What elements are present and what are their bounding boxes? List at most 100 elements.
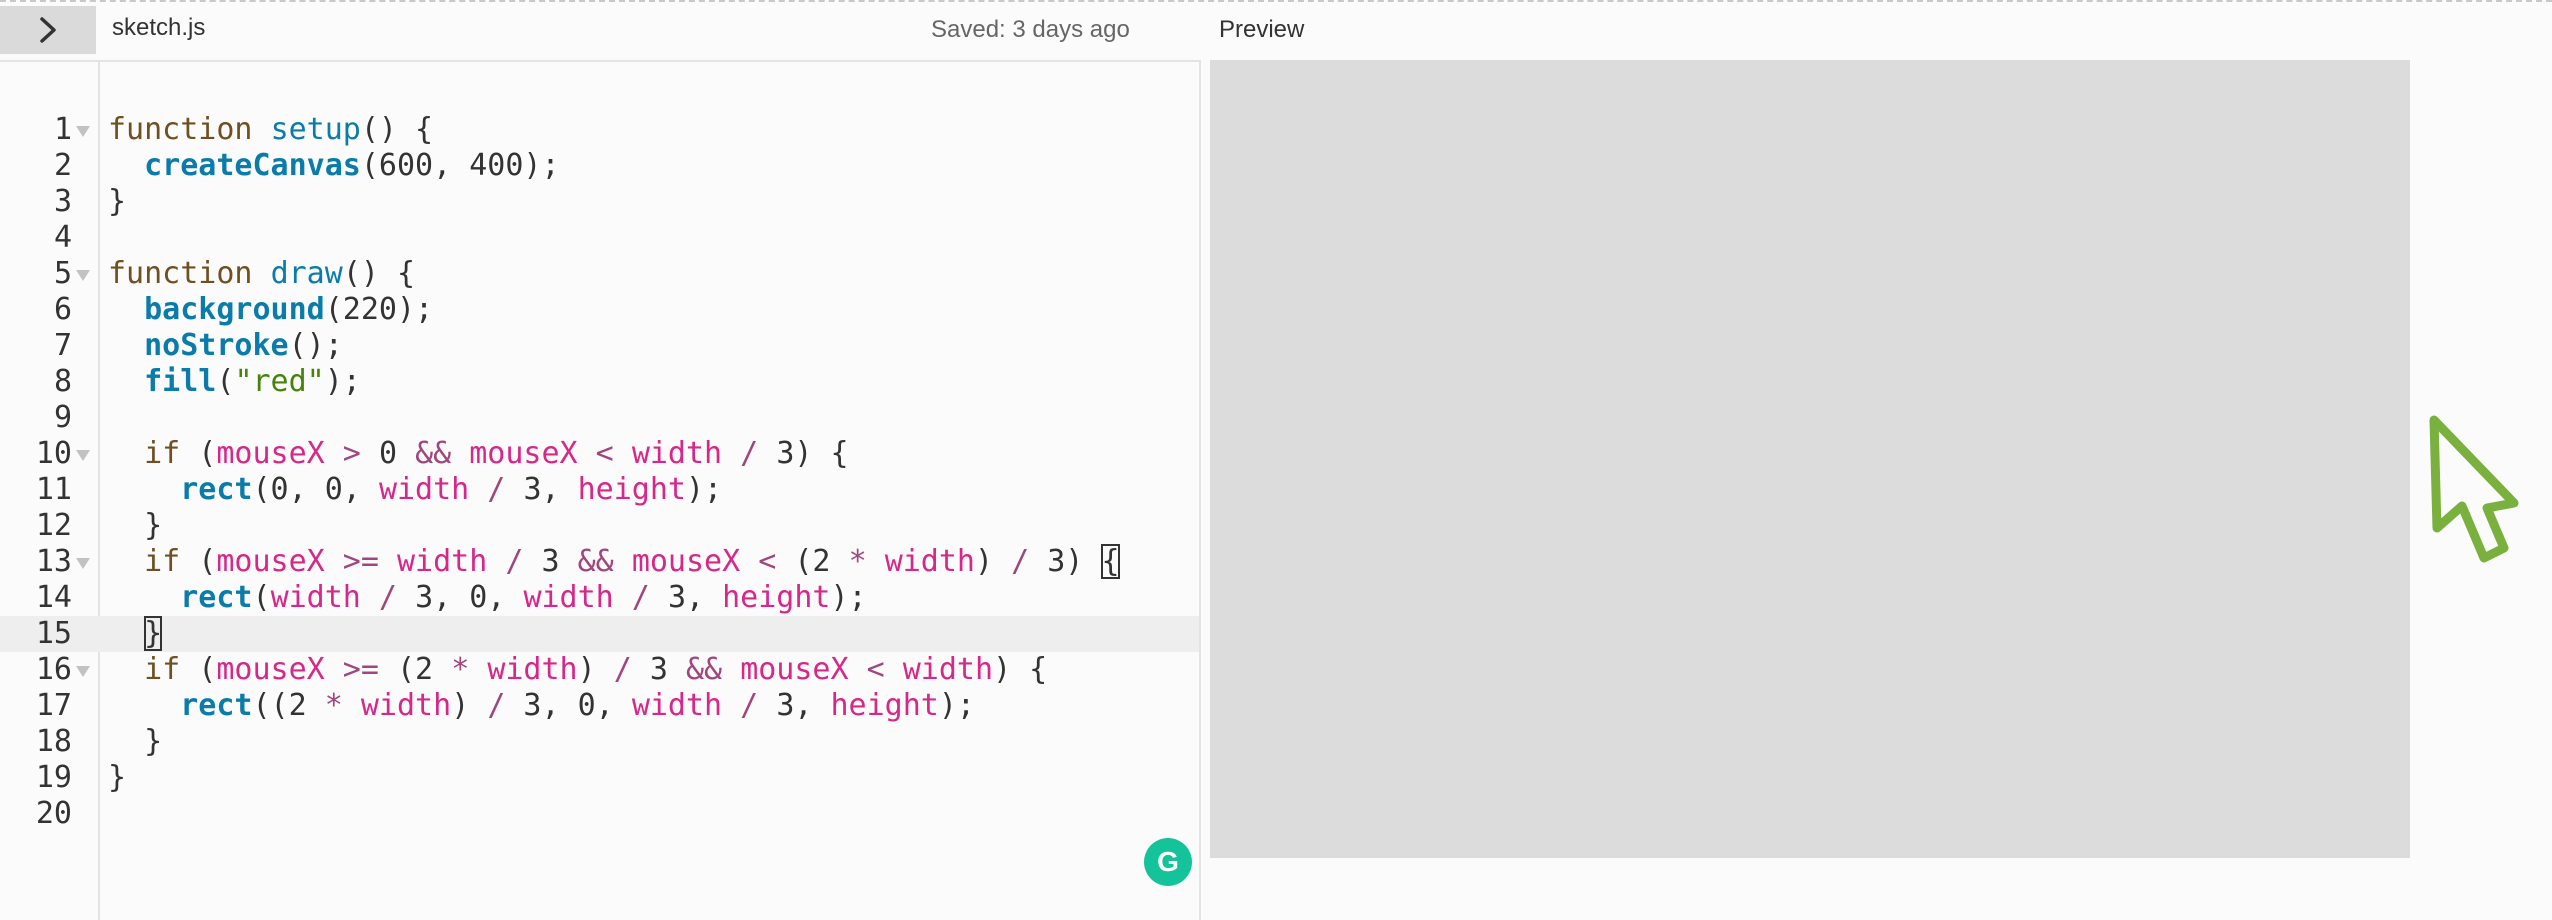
sidebar-toggle-button[interactable] [0,6,96,54]
code-token: 3 [541,544,578,579]
code-token: 3, [523,472,578,507]
code-token: height [830,688,939,723]
code-token: (0, 0, [252,472,379,507]
code-text: } [108,724,162,760]
code-token: 3, 0, [415,580,524,615]
line-number: 4 [53,220,72,255]
code-text: } [108,508,162,544]
code-line[interactable]: 5 function draw() { [0,256,1199,292]
code-token: } [108,184,127,219]
code-line[interactable]: 19} [0,760,1199,796]
code-token: width [270,580,361,615]
code-line[interactable]: 10 if (mouseX > 0 && mouseX < width / 3)… [0,436,1199,472]
line-number: 20 [35,796,72,831]
fold-arrow-icon[interactable] [76,126,90,137]
code-token: rect [180,472,253,507]
code-text: background(220); [108,292,433,328]
code-token: < [848,652,903,687]
line-number: 2 [53,148,72,183]
code-line[interactable]: 12 } [0,508,1199,544]
code-token: / [613,580,668,615]
code-line[interactable]: 4 [0,220,1199,256]
grammarly-icon[interactable]: G [1144,838,1192,886]
code-line[interactable]: 6 background(220); [0,292,1199,328]
line-number: 11 [35,472,72,507]
code-line[interactable]: 17 rect((2 * width) / 3, 0, width / 3, h… [0,688,1199,724]
code-line[interactable]: 8 fill("red"); [0,364,1199,400]
code-line[interactable]: 20 [0,796,1199,832]
line-number: 7 [53,328,72,363]
code-token: if [144,436,181,471]
code-line[interactable]: 9 [0,400,1199,436]
code-text: } [108,616,163,652]
code-token: / [613,652,632,687]
code-line[interactable]: 16 if (mouseX >= (2 * width) / 3 && mous… [0,652,1199,688]
code-token: fill [144,364,217,399]
line-number: 3 [53,184,72,219]
code-token: ( [180,436,217,471]
code-token: mouseX [216,544,325,579]
fold-arrow-icon[interactable] [76,450,90,461]
code-token: ( [216,364,235,399]
code-token: 3) [1029,544,1102,579]
code-text: if (mouseX >= width / 3 && mouseX < (2 *… [108,544,1120,580]
code-token: noStroke [144,328,289,363]
code-text: rect(width / 3, 0, width / 3, height); [108,580,866,616]
code-token: ) [975,544,1012,579]
line-number: 15 [35,616,72,651]
code-token: ); [324,364,361,399]
code-line[interactable]: 18 } [0,724,1199,760]
code-token: } [108,508,163,543]
file-name-tab[interactable]: sketch.js [112,14,205,42]
line-number: 12 [35,508,72,543]
code-text: noStroke(); [108,328,343,364]
code-line[interactable]: 1 function setup() { [0,112,1199,148]
code-line[interactable]: 11 rect(0, 0, width / 3, height); [0,472,1199,508]
code-token: if [144,544,181,579]
line-number: 19 [35,760,72,795]
code-token: } [108,724,163,759]
code-lines[interactable]: 1 function setup() {2 createCanvas(600, 4… [0,112,1199,832]
fold-arrow-icon[interactable] [76,270,90,281]
code-token: } [144,616,163,651]
code-token: 3, [776,688,831,723]
chevron-right-icon [40,17,56,43]
code-token: / [1011,544,1030,579]
code-editor[interactable]: 1 function setup() {2 createCanvas(600, 4… [0,60,1201,920]
code-token: / [722,688,777,723]
fold-arrow-icon[interactable] [76,558,90,569]
code-token: ( [180,544,217,579]
fold-arrow-icon[interactable] [76,666,90,677]
preview-canvas[interactable] [1210,60,2410,858]
line-number: 10 [35,436,72,471]
code-token: rect [180,688,253,723]
code-token: setup [270,112,361,147]
code-line[interactable]: 2 createCanvas(600, 400); [0,148,1199,184]
code-token: width [902,652,994,687]
code-token: width [487,652,578,687]
code-token: (); [288,328,343,363]
code-text: } [108,184,126,220]
code-text: if (mouseX >= (2 * width) / 3 && mouseX … [108,652,1047,688]
code-token: 3, [667,580,723,615]
code-line[interactable]: 7 noStroke(); [0,328,1199,364]
code-line[interactable]: 13 if (mouseX >= width / 3 && mouseX < (… [0,544,1199,580]
code-token: width [378,472,470,507]
code-token: && [577,544,614,579]
code-line[interactable]: 14 rect(width / 3, 0, width / 3, height)… [0,580,1199,616]
code-token: width [884,544,975,579]
code-line[interactable]: 15 } [0,616,1199,652]
code-line[interactable]: 3} [0,184,1199,220]
line-number: 6 [53,292,72,327]
line-number: 16 [35,652,72,687]
code-token: draw [270,256,343,291]
code-token: height [577,472,686,507]
